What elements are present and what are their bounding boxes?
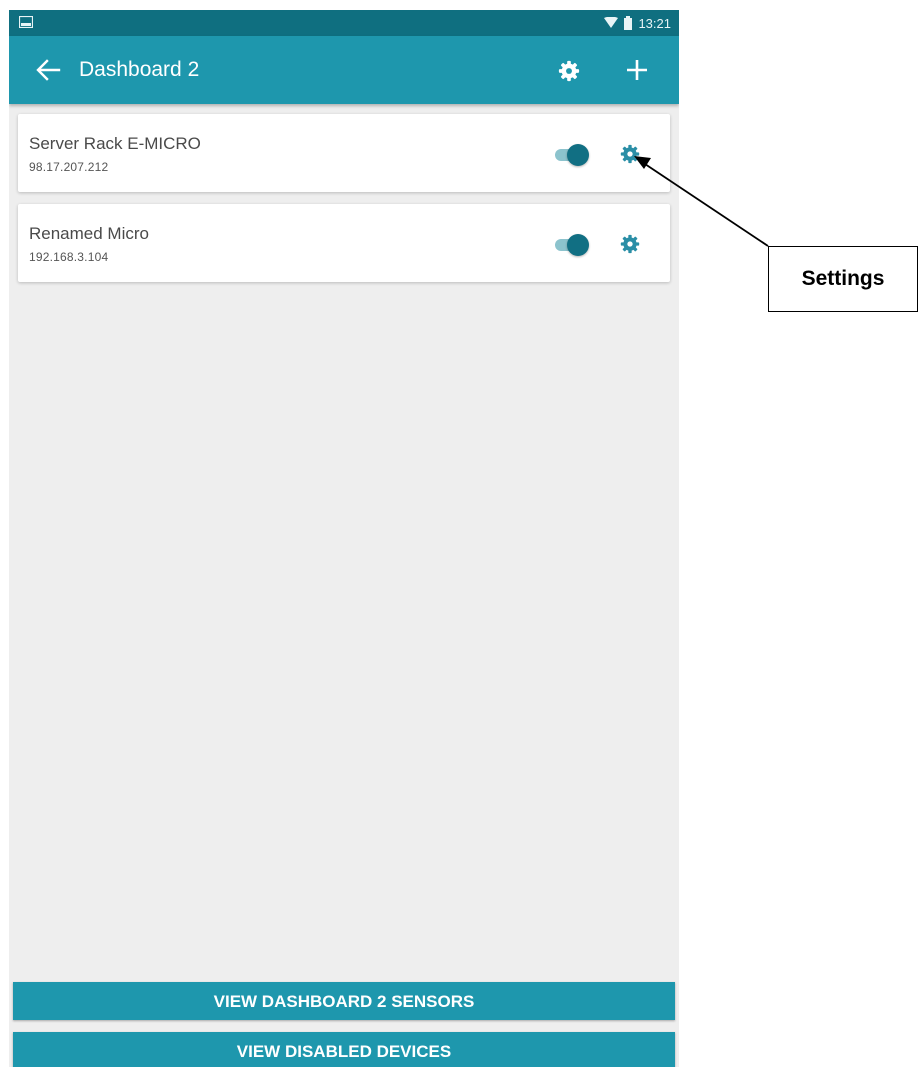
- plus-icon[interactable]: [625, 58, 649, 82]
- status-time: 13:21: [638, 15, 671, 31]
- status-bar: 13:21: [9, 10, 679, 36]
- gear-icon[interactable]: [558, 60, 580, 82]
- device-enable-toggle[interactable]: [553, 144, 589, 166]
- callout-label: Settings: [801, 267, 885, 290]
- back-arrow-icon[interactable]: [35, 58, 61, 82]
- device-ip: 98.17.207.212: [29, 160, 109, 174]
- view-disabled-devices-button[interactable]: VIEW DISABLED DEVICES: [13, 1032, 675, 1067]
- device-name: Server Rack E-MICRO: [29, 134, 201, 153]
- settings-callout: Settings: [768, 246, 918, 312]
- device-settings-gear-icon[interactable]: [620, 144, 640, 164]
- status-right: 13:21: [604, 10, 671, 36]
- wifi-icon: [604, 17, 619, 28]
- toggle-thumb: [567, 234, 589, 256]
- device-enable-toggle[interactable]: [553, 234, 589, 256]
- view-sensors-button[interactable]: VIEW DASHBOARD 2 SENSORS: [13, 982, 675, 1020]
- device-ip: 192.168.3.104: [29, 250, 109, 264]
- battery-icon: [624, 16, 633, 30]
- page-title: Dashboard 2: [79, 58, 200, 81]
- device-screen: 13:21 Dashboard 2 Server Rack E-MICRO 98…: [9, 10, 679, 1067]
- device-card[interactable]: Renamed Micro 192.168.3.104: [18, 204, 670, 282]
- image-icon: [19, 16, 33, 28]
- device-card[interactable]: Server Rack E-MICRO 98.17.207.212: [18, 114, 670, 192]
- device-settings-gear-icon[interactable]: [620, 234, 640, 254]
- app-bar: Dashboard 2: [9, 36, 679, 104]
- device-name: Renamed Micro: [29, 224, 149, 243]
- toggle-thumb: [567, 144, 589, 166]
